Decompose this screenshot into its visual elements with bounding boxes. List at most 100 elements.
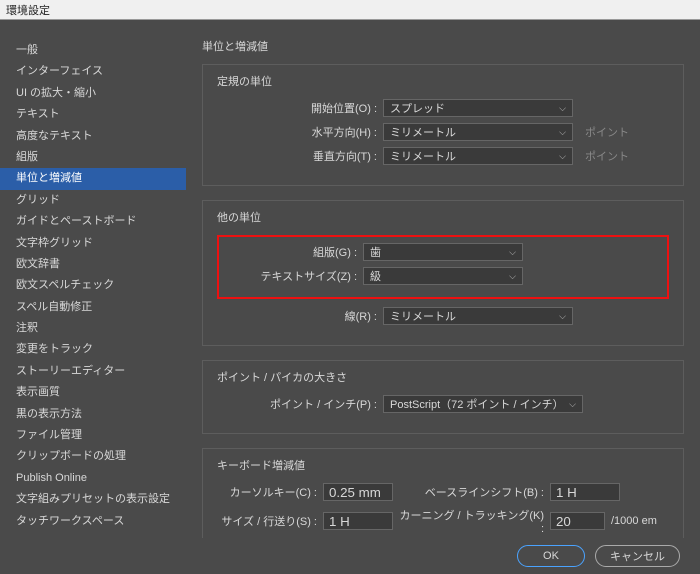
point-title: ポイント / パイカの大きさ xyxy=(217,369,669,385)
sidebar-item-label: 注釈 xyxy=(16,322,38,334)
sidebar-item-label: 単位と増減値 xyxy=(16,172,82,184)
sidebar-item-4[interactable]: 高度なテキスト xyxy=(0,126,186,147)
size-input[interactable] xyxy=(323,512,393,530)
vertical-select[interactable]: ミリメートル ⌵ xyxy=(383,147,573,165)
line-label: 線(R) : xyxy=(217,308,377,324)
kerning-label: カーニング / トラッキング(K) : xyxy=(399,507,544,535)
ruler-title: 定規の単位 xyxy=(217,73,669,89)
cursor-input[interactable] xyxy=(323,483,393,501)
typesetting-label: 組版(G) : xyxy=(227,244,357,260)
vertical-value: ミリメートル xyxy=(390,148,456,164)
kerning-unit: /1000 em xyxy=(611,515,657,527)
window-title: 環境設定 xyxy=(6,2,50,18)
sidebar-item-label: スペル自動修正 xyxy=(16,301,92,313)
sidebar-item-label: 一般 xyxy=(16,44,38,56)
sidebar-item-label: Publish Online xyxy=(16,472,87,484)
sidebar-item-8[interactable]: ガイドとペーストボード xyxy=(0,211,186,232)
main: 一般インターフェイスUI の拡大・縮小テキスト高度なテキスト組版単位と増減値グリ… xyxy=(0,20,700,538)
sidebar-item-label: ファイル管理 xyxy=(16,429,82,441)
chevron-down-icon: ⌵ xyxy=(559,127,566,138)
sidebar-item-14[interactable]: 変更をトラック xyxy=(0,339,186,360)
baseline-label: ベースラインシフト(B) : xyxy=(399,484,544,500)
sidebar-item-17[interactable]: 黒の表示方法 xyxy=(0,404,186,425)
sidebar-item-label: 黒の表示方法 xyxy=(16,408,82,420)
origin-select[interactable]: スプレッド ⌵ xyxy=(383,99,573,117)
sidebar-item-label: インターフェイス xyxy=(16,65,103,77)
horizontal-value: ミリメートル xyxy=(390,124,456,140)
sidebar-item-16[interactable]: 表示画質 xyxy=(0,382,186,403)
sidebar-item-3[interactable]: テキスト xyxy=(0,104,186,125)
sidebar-item-0[interactable]: 一般 xyxy=(0,40,186,61)
sidebar-item-22[interactable]: タッチワークスペース xyxy=(0,511,186,532)
content: 単位と増減値 定規の単位 開始位置(O) : スプレッド ⌵ 水平方向(H) :… xyxy=(186,20,700,538)
sidebar-item-label: 欧文辞書 xyxy=(16,258,60,270)
ok-label: OK xyxy=(543,550,559,562)
line-select[interactable]: ミリメートル ⌵ xyxy=(383,307,573,325)
sidebar-item-19[interactable]: クリップボードの処理 xyxy=(0,446,186,467)
chevron-down-icon: ⌵ xyxy=(559,311,566,322)
keyboard-title: キーボード増減値 xyxy=(217,457,669,473)
vertical-label: 垂直方向(T) : xyxy=(217,148,377,164)
point-group: ポイント / パイカの大きさ ポイント / インチ(P) : PostScrip… xyxy=(202,360,684,434)
sidebar-item-2[interactable]: UI の拡大・縮小 xyxy=(0,83,186,104)
other-group: 他の単位 組版(G) : 歯 ⌵ テキストサイズ(Z) : 級 ⌵ xyxy=(202,200,684,346)
sidebar-item-7[interactable]: グリッド xyxy=(0,190,186,211)
sidebar-item-label: 高度なテキスト xyxy=(16,130,93,142)
sidebar-item-label: 欧文スペルチェック xyxy=(16,279,114,291)
title-bar: 環境設定 xyxy=(0,0,700,20)
sidebar-item-9[interactable]: 文字枠グリッド xyxy=(0,233,186,254)
sidebar-item-label: UI の拡大・縮小 xyxy=(16,87,96,99)
textsize-select[interactable]: 級 ⌵ xyxy=(363,267,523,285)
sidebar-item-21[interactable]: 文字組みプリセットの表示設定 xyxy=(0,489,186,510)
cancel-button[interactable]: キャンセル xyxy=(595,545,680,567)
chevron-down-icon: ⌵ xyxy=(509,271,516,282)
cursor-label: カーソルキー(C) : xyxy=(217,484,317,500)
horizontal-suffix: ポイント xyxy=(585,124,635,140)
point-select[interactable]: PostScript（72 ポイント / インチ） ⌵ xyxy=(383,395,583,413)
sidebar-item-label: ガイドとペーストボード xyxy=(16,215,136,227)
point-label: ポイント / インチ(P) : xyxy=(217,396,377,412)
kerning-input[interactable] xyxy=(550,512,605,530)
baseline-input[interactable] xyxy=(550,483,620,501)
chevron-down-icon: ⌵ xyxy=(559,151,566,162)
footer: OK キャンセル xyxy=(0,538,700,574)
sidebar-item-label: 組版 xyxy=(16,151,38,163)
chevron-down-icon: ⌵ xyxy=(569,399,576,410)
sidebar-item-label: グリッド xyxy=(16,194,60,206)
sidebar-item-15[interactable]: ストーリーエディター xyxy=(0,361,186,382)
ok-button[interactable]: OK xyxy=(517,545,585,567)
sidebar-item-20[interactable]: Publish Online xyxy=(0,468,186,489)
ruler-group: 定規の単位 開始位置(O) : スプレッド ⌵ 水平方向(H) : ミリメートル… xyxy=(202,64,684,186)
sidebar-item-18[interactable]: ファイル管理 xyxy=(0,425,186,446)
sidebar-item-label: タッチワークスペース xyxy=(16,515,124,527)
vertical-suffix: ポイント xyxy=(585,148,635,164)
typesetting-value: 歯 xyxy=(370,244,381,260)
sidebar-item-11[interactable]: 欧文スペルチェック xyxy=(0,275,186,296)
sidebar-item-label: 文字枠グリッド xyxy=(16,237,93,249)
sidebar-item-label: クリップボードの処理 xyxy=(16,450,126,462)
sidebar-item-label: 変更をトラック xyxy=(16,343,93,355)
sidebar-item-5[interactable]: 組版 xyxy=(0,147,186,168)
typesetting-select[interactable]: 歯 ⌵ xyxy=(363,243,523,261)
sidebar-item-label: 文字組みプリセットの表示設定 xyxy=(16,493,170,505)
sidebar: 一般インターフェイス UI の拡大・縮小テキスト高度なテキスト組版単位と増減値グリ… xyxy=(0,20,186,538)
origin-value: スプレッド xyxy=(390,100,445,116)
origin-label: 開始位置(O) : xyxy=(217,100,377,116)
chevron-down-icon: ⌵ xyxy=(559,103,566,114)
sidebar-item-13[interactable]: 注釈 xyxy=(0,318,186,339)
line-value: ミリメートル xyxy=(390,308,456,324)
sidebar-item-10[interactable]: 欧文辞書 xyxy=(0,254,186,275)
horizontal-label: 水平方向(H) : xyxy=(217,124,377,140)
textsize-label: テキストサイズ(Z) : xyxy=(227,268,357,284)
horizontal-select[interactable]: ミリメートル ⌵ xyxy=(383,123,573,141)
sidebar-item-label: 表示画質 xyxy=(16,386,60,398)
sidebar-item-12[interactable]: スペル自動修正 xyxy=(0,297,186,318)
sidebar-item-6[interactable]: 単位と増減値 xyxy=(0,168,186,189)
sidebar-item-1[interactable]: インターフェイス xyxy=(0,61,186,82)
point-value: PostScript（72 ポイント / インチ） xyxy=(390,396,564,412)
cancel-label: キャンセル xyxy=(610,548,665,564)
page-title: 単位と増減値 xyxy=(202,38,684,54)
size-label: サイズ / 行送り(S) : xyxy=(217,513,317,529)
sidebar-item-label: ストーリーエディター xyxy=(16,365,125,377)
sidebar-item-label: テキスト xyxy=(16,108,60,120)
